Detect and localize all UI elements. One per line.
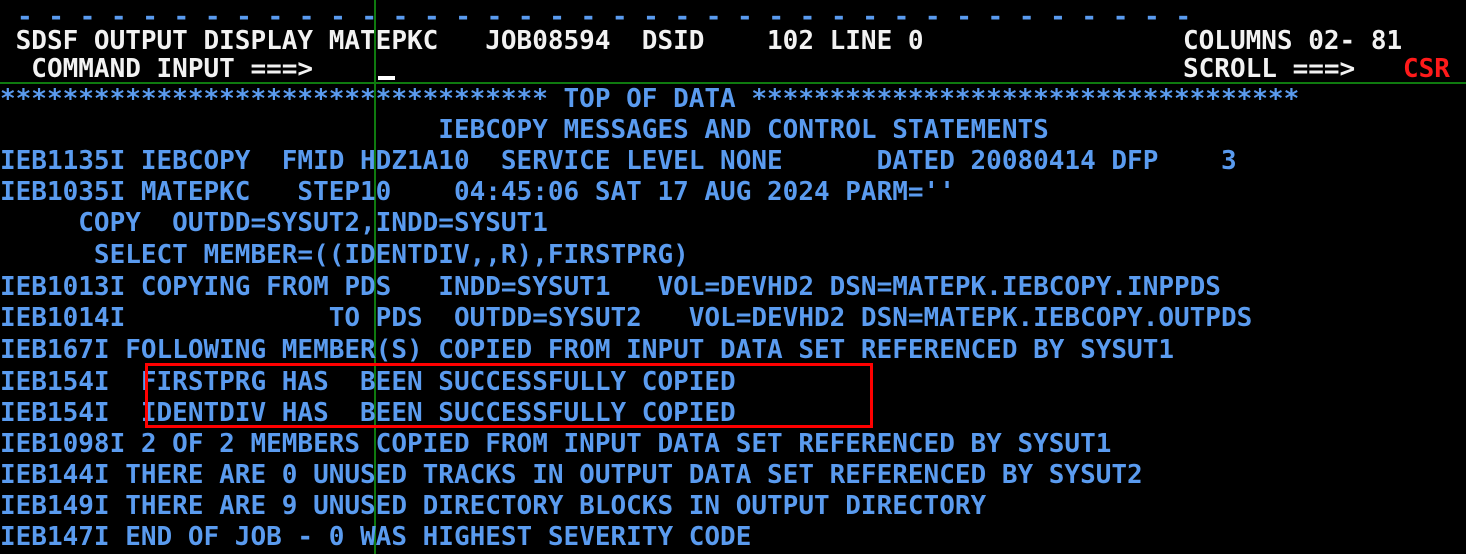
output-line: IEB167I FOLLOWING MEMBER(S) COPIED FROM … (0, 335, 1174, 365)
output-line: IEB154I FIRSTPRG HAS BEEN SUCCESSFULLY C… (0, 367, 736, 397)
columns-indicator: COLUMNS 02- 81 (1183, 26, 1403, 56)
output-line: IEB1035I MATEPKC STEP10 04:45:06 SAT 17 … (0, 177, 955, 207)
scroll-amount-label: SCROLL ===> (1183, 54, 1356, 84)
output-line: IEB154I IDENTDIV HAS BEEN SUCCESSFULLY C… (0, 398, 736, 428)
output-line: IEB1098I 2 OF 2 MEMBERS COPIED FROM INPU… (0, 429, 1112, 459)
text-cursor (378, 76, 395, 80)
terminal-screen: - - - - - - - - - - - - - - - - - - - - … (0, 0, 1466, 554)
output-line: IEB144I THERE ARE 0 UNUSED TRACKS IN OUT… (0, 460, 1143, 490)
page-title: SDSF OUTPUT DISPLAY MATEPKC JOB08594 DSI… (0, 26, 924, 56)
output-line: IEBCOPY MESSAGES AND CONTROL STATEMENTS (0, 115, 1049, 145)
top-of-data-banner: *********************************** TOP … (0, 84, 1300, 114)
command-input-label: COMMAND INPUT ===> (0, 54, 314, 84)
output-line: IEB1013I COPYING FROM PDS INDD=SYSUT1 VO… (0, 272, 1221, 302)
output-line: IEB149I THERE ARE 9 UNUSED DIRECTORY BLO… (0, 491, 987, 521)
output-line: COPY OUTDD=SYSUT2,INDD=SYSUT1 (0, 208, 548, 238)
output-line: IEB1135I IEBCOPY FMID HDZ1A10 SERVICE LE… (0, 146, 1237, 176)
scroll-amount-value[interactable]: CSR (1403, 54, 1450, 85)
output-line: SELECT MEMBER=((IDENTDIV,,R),FIRSTPRG) (0, 240, 689, 270)
output-line: IEB1014I TO PDS OUTDD=SYSUT2 VOL=DEVHD2 … (0, 303, 1253, 333)
output-line: IEB147I END OF JOB - 0 WAS HIGHEST SEVER… (0, 522, 752, 552)
